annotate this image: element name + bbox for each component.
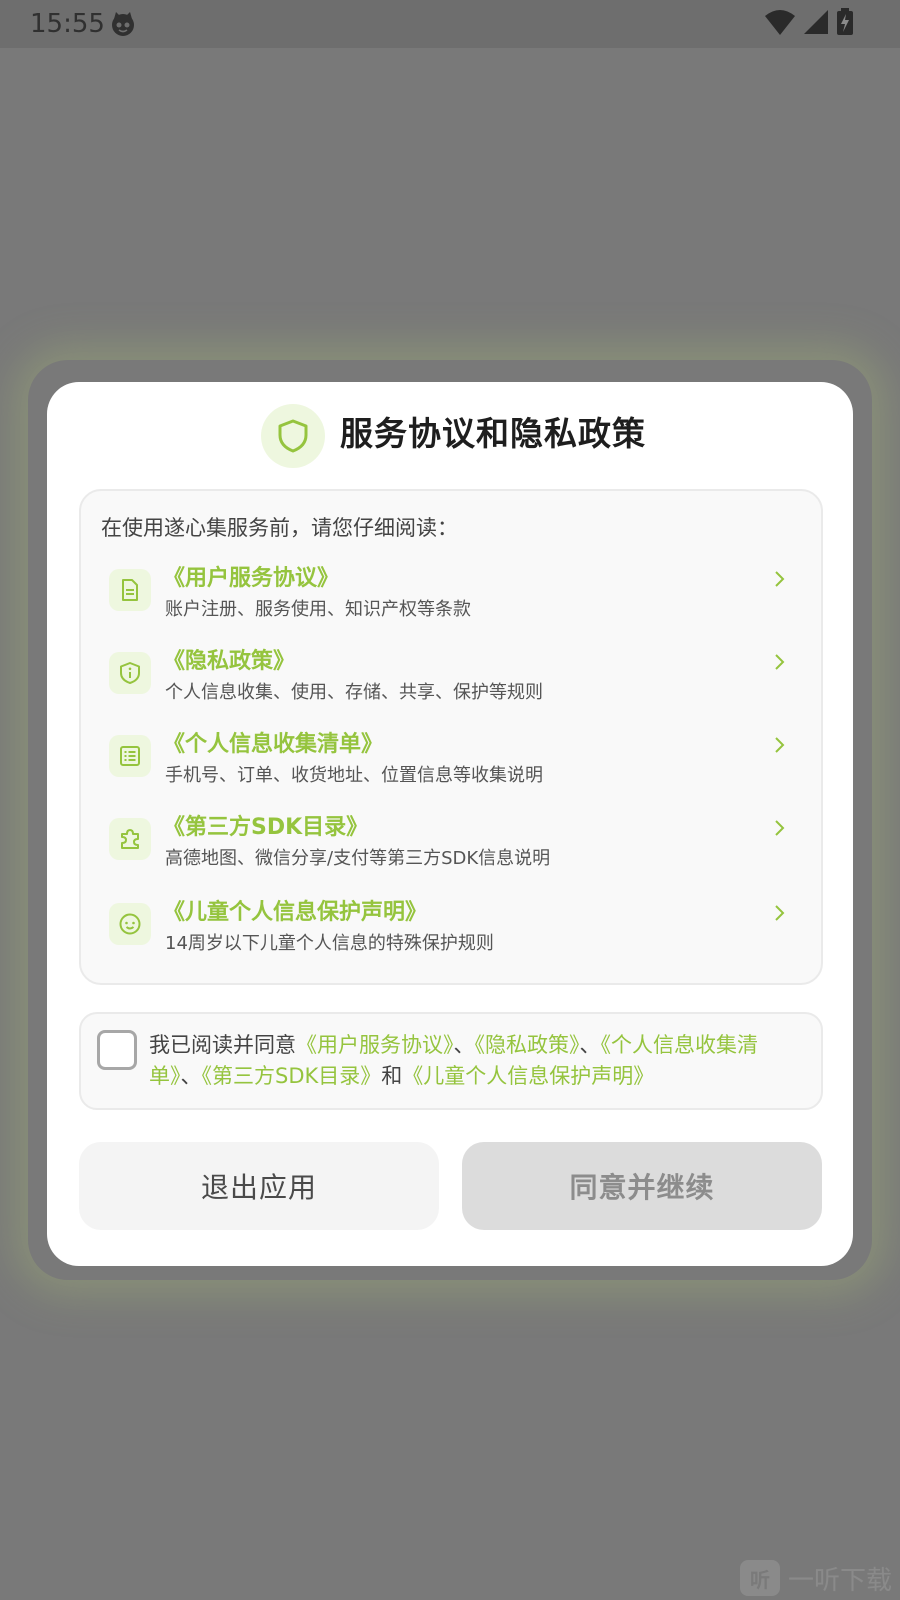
doc-item-privacy-policy[interactable]: 《隐私政策》 个人信息收集、使用、存储、共享、保护等规则	[99, 646, 799, 720]
doc-item-title: 《个人信息收集清单》	[163, 732, 384, 757]
doc-item-info-collection-list[interactable]: 《个人信息收集清单》 手机号、订单、收货地址、位置信息等收集说明	[99, 729, 799, 803]
status-time: 15:55	[30, 9, 105, 39]
chevron-right-icon	[775, 820, 785, 836]
dialog-title: 服务协议和隐私政策	[340, 414, 646, 453]
doc-item-desc: 手机号、订单、收货地址、位置信息等收集说明	[165, 765, 543, 786]
wifi-icon	[764, 8, 796, 40]
watermark: 听 一听下载	[740, 1558, 892, 1598]
agreement-prefix: 我已阅读并同意	[149, 1033, 296, 1057]
status-icons	[764, 8, 854, 40]
doc-item-user-agreement[interactable]: 《用户服务协议》 账户注册、服务使用、知识产权等条款	[99, 563, 799, 637]
watermark-logo: 听	[740, 1560, 780, 1596]
conjunction: 和	[381, 1064, 403, 1088]
doc-item-desc: 高德地图、微信分享/支付等第三方SDK信息说明	[165, 848, 551, 869]
intro-text: 在使用遂心集服务前，请您仔细阅读：	[101, 516, 458, 540]
status-bar: 15:55	[0, 0, 900, 48]
doc-item-children-privacy[interactable]: 《儿童个人信息保护声明》 14周岁以下儿童个人信息的特殊保护规则	[99, 897, 799, 971]
chevron-right-icon	[775, 571, 785, 587]
cat-icon	[110, 11, 136, 37]
chevron-right-icon	[775, 654, 785, 670]
document-list: 在使用遂心集服务前，请您仔细阅读： 《用户服务协议》 账户注册、服务使用、知识产…	[79, 489, 823, 985]
agreement-text: 我已阅读并同意《用户服务协议》、《隐私政策》、《个人信息收集清单》、《第三方SD…	[149, 1030, 809, 1092]
puzzle-icon	[109, 818, 151, 860]
doc-item-title: 《隐私政策》	[163, 649, 296, 674]
separator: 、	[579, 1033, 601, 1057]
separator: 、	[180, 1064, 202, 1088]
privacy-dialog: 服务协议和隐私政策 在使用遂心集服务前，请您仔细阅读： 《用户服务协议》 账户注…	[47, 382, 853, 1266]
agree-checkbox[interactable]	[97, 1030, 137, 1070]
chevron-right-icon	[775, 905, 785, 921]
chevron-right-icon	[775, 737, 785, 753]
agreement-row: 我已阅读并同意《用户服务协议》、《隐私政策》、《个人信息收集清单》、《第三方SD…	[79, 1012, 823, 1110]
exit-app-button[interactable]: 退出应用	[79, 1142, 439, 1230]
doc-item-desc: 个人信息收集、使用、存储、共享、保护等规则	[165, 682, 543, 703]
agree-continue-button[interactable]: 同意并继续	[462, 1142, 822, 1230]
separator: 、	[453, 1033, 475, 1057]
document-icon	[109, 569, 151, 611]
link-third-party-sdk[interactable]: 《第三方SDK目录》	[202, 1064, 382, 1088]
battery-charging-icon	[836, 8, 854, 40]
link-privacy-policy[interactable]: 《隐私政策》	[475, 1033, 580, 1057]
doc-item-title: 《儿童个人信息保护声明》	[163, 900, 428, 925]
dialog-header: 服务协议和隐私政策	[47, 404, 853, 468]
doc-item-desc: 账户注册、服务使用、知识产权等条款	[165, 599, 471, 620]
doc-item-title: 《第三方SDK目录》	[163, 815, 369, 840]
doc-item-desc: 14周岁以下儿童个人信息的特殊保护规则	[165, 933, 494, 954]
shield-icon	[261, 404, 325, 468]
shield-info-icon	[109, 652, 151, 694]
watermark-text: 一听下载	[788, 1565, 893, 1596]
list-icon	[109, 735, 151, 777]
doc-item-title: 《用户服务协议》	[163, 566, 340, 591]
doc-item-third-party-sdk[interactable]: 《第三方SDK目录》 高德地图、微信分享/支付等第三方SDK信息说明	[99, 812, 799, 886]
child-face-icon	[109, 903, 151, 945]
link-user-agreement[interactable]: 《用户服务协议》	[296, 1033, 454, 1057]
signal-icon	[802, 8, 830, 40]
link-children-privacy[interactable]: 《儿童个人信息保护声明》	[402, 1064, 654, 1088]
